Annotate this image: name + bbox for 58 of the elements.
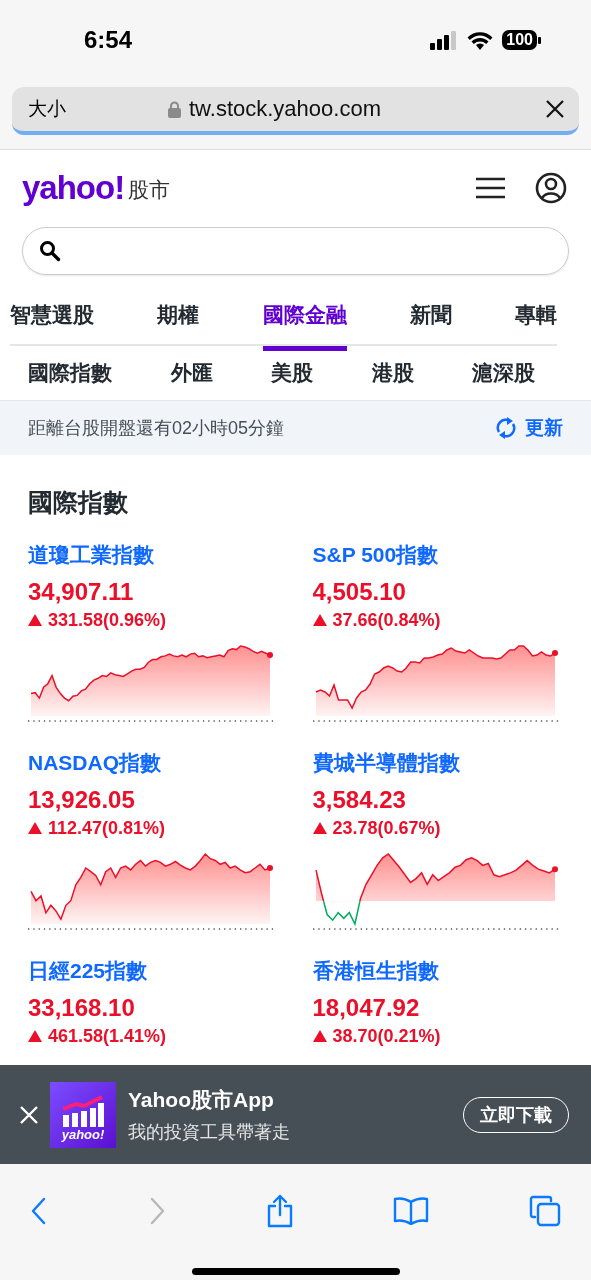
- last-point-marker: [267, 651, 273, 658]
- app-subtitle: 我的投資工具帶著走: [128, 1120, 291, 1144]
- index-change: 331.58(0.96%): [48, 609, 167, 631]
- sub-nav-tab[interactable]: 國際指數: [28, 359, 112, 387]
- section-heading: 國際指數: [28, 487, 129, 517]
- text-size-button[interactable]: 大小: [28, 96, 168, 122]
- lock-icon: [168, 100, 181, 118]
- index-name-link[interactable]: 日經225指數: [28, 957, 148, 985]
- refresh-button[interactable]: 更新: [495, 415, 563, 441]
- index-name-link[interactable]: 香港恒生指數: [312, 957, 439, 985]
- menu-icon[interactable]: [476, 177, 505, 199]
- share-icon[interactable]: [265, 1194, 294, 1228]
- index-change: 23.78(0.67%): [332, 817, 441, 839]
- index-name-link[interactable]: NASDAQ指數: [28, 749, 161, 777]
- app-icon-logo: yahoo!: [61, 1126, 105, 1142]
- sub-nav-tab[interactable]: 港股: [371, 359, 414, 387]
- sub-nav-tab[interactable]: 滬深股: [472, 359, 535, 387]
- nav-tab[interactable]: 國際金融: [262, 292, 347, 351]
- site-section-title: 股市: [128, 177, 172, 203]
- index-name-link[interactable]: S&P 500指數: [312, 541, 439, 569]
- wifi-icon: [467, 30, 494, 50]
- sub-nav-tab[interactable]: 美股: [271, 359, 313, 387]
- nav-tab[interactable]: 專輯: [515, 292, 557, 351]
- book-icon[interactable]: [393, 1197, 430, 1225]
- index-name-link[interactable]: 費城半導體指數: [312, 749, 460, 777]
- back-icon[interactable]: [30, 1197, 48, 1225]
- signal-icon: [430, 30, 459, 50]
- market-open-countdown: 距離台股開盤還有02小時05分鐘: [28, 417, 286, 440]
- sub-nav-tab[interactable]: 外匯: [170, 359, 213, 387]
- app-title: Yahoo股市App: [128, 1086, 275, 1113]
- index-name-link[interactable]: 道瓊工業指數: [28, 541, 154, 569]
- tabs-icon[interactable]: [529, 1195, 561, 1227]
- status-time: 6:54: [84, 26, 134, 54]
- user-account-icon[interactable]: [535, 172, 567, 204]
- yahoo-logo[interactable]: yahoo!: [22, 169, 125, 207]
- search-icon: [39, 240, 61, 262]
- url-address[interactable]: tw.stock.yahoo.com: [189, 96, 381, 122]
- index-price: 34,907.11: [28, 577, 134, 607]
- nav-tab[interactable]: 期權: [157, 292, 200, 351]
- index-change: 37.66(0.84%): [332, 609, 441, 631]
- index-change: 461.58(1.41%): [48, 1025, 167, 1047]
- index-change: 38.70(0.21%): [332, 1025, 441, 1047]
- nav-tab[interactable]: 新聞: [409, 292, 452, 351]
- last-point-marker: [551, 866, 558, 873]
- refresh-icon: [495, 416, 517, 440]
- battery-level: 100: [502, 30, 537, 50]
- last-point-marker: [267, 865, 273, 871]
- nav-tab[interactable]: 智慧選股: [10, 292, 94, 351]
- battery-tip-icon: [538, 36, 541, 44]
- index-price: 13,926.05: [28, 785, 135, 815]
- bar-chart-icon: [62, 1094, 104, 1127]
- index-price: 33,168.10: [28, 993, 135, 1023]
- index-price: 4,505.10: [312, 577, 406, 607]
- close-icon[interactable]: [545, 99, 565, 119]
- last-point-marker: [551, 650, 558, 656]
- index-price: 18,047.92: [312, 993, 420, 1023]
- index-price: 3,584.23: [312, 785, 406, 815]
- index-change: 112.47(0.81%): [48, 817, 166, 839]
